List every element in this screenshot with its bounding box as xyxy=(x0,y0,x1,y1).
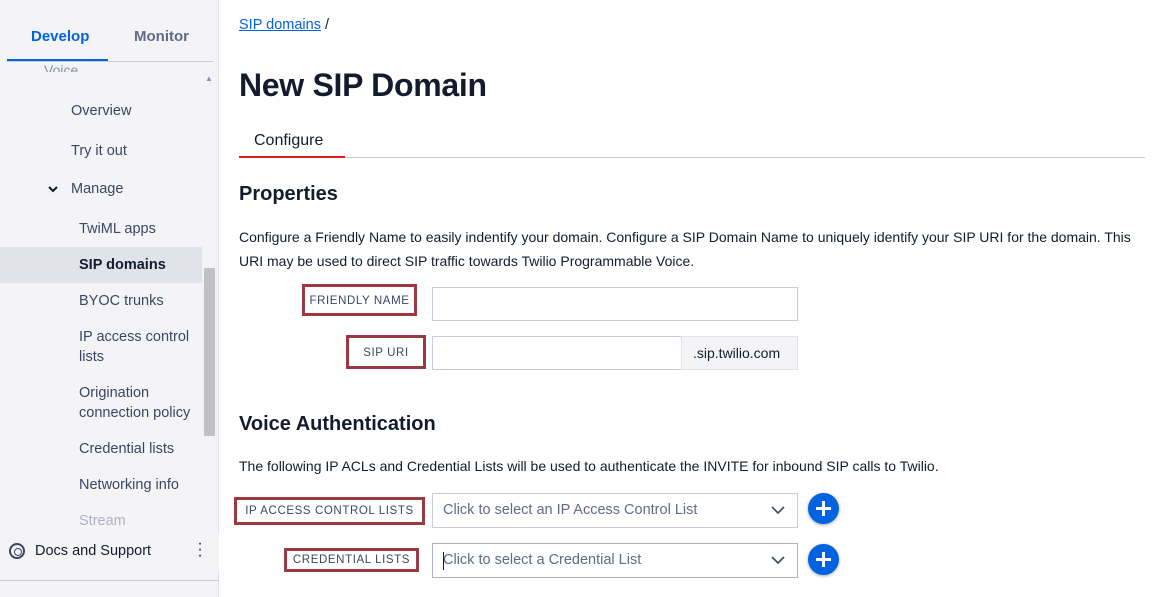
docs-and-support-label: Docs and Support xyxy=(35,543,152,559)
sidebar-scrollbar[interactable] xyxy=(204,268,215,436)
sip-uri-suffix: .sip.twilio.com xyxy=(681,336,798,370)
sidebar-item-overview[interactable]: Overview xyxy=(71,101,131,121)
chevron-down-icon xyxy=(48,180,62,200)
friendly-name-label: FRIENDLY NAME xyxy=(302,284,417,316)
sidebar-item-sip-domains[interactable]: SIP domains xyxy=(79,255,166,275)
content-tabs-divider xyxy=(239,157,1145,158)
tab-configure[interactable]: Configure xyxy=(254,132,323,150)
sidebar-item-label: Manage xyxy=(71,181,124,197)
ip-access-control-lists-label: IP ACCESS CONTROL LISTS xyxy=(234,497,425,525)
sidebar-item-networking-info[interactable]: Networking info xyxy=(79,475,179,495)
sidebar-tabs: Develop Monitor xyxy=(0,0,219,62)
page-title: New SIP Domain xyxy=(239,67,487,103)
chevron-down-icon xyxy=(771,506,785,515)
lifebuoy-icon xyxy=(9,543,25,559)
properties-description: Configure a Friendly Name to easily inde… xyxy=(239,229,1131,269)
sidebar-item-try-it-out[interactable]: Try it out xyxy=(71,141,127,161)
breadcrumb: SIP domains / xyxy=(239,17,329,33)
sip-uri-label: SIP URI xyxy=(346,335,426,369)
credential-lists-label: CREDENTIAL LISTS xyxy=(284,548,419,572)
chevron-down-icon xyxy=(771,556,785,565)
credential-list-select-placeholder: Click to select a Credential List xyxy=(443,552,642,568)
tab-develop[interactable]: Develop xyxy=(31,28,89,45)
sidebar-item-ip-access-control-lists[interactable]: IP access control lists xyxy=(79,327,204,367)
voice-authentication-description: The following IP ACLs and Credential Lis… xyxy=(239,458,939,474)
properties-heading: Properties xyxy=(239,183,338,205)
docs-and-support[interactable]: Docs and Support · · · xyxy=(0,534,219,570)
sidebar-item-manage[interactable]: Manage xyxy=(48,179,123,200)
active-content-tab-indicator xyxy=(239,156,345,158)
breadcrumb-separator: / xyxy=(324,17,329,33)
tab-monitor[interactable]: Monitor xyxy=(134,28,189,45)
credential-list-select[interactable]: Click to select a Credential List xyxy=(432,543,798,578)
breadcrumb-link-sip-domains[interactable]: SIP domains xyxy=(239,17,321,33)
ip-acl-select-placeholder: Click to select an IP Access Control Lis… xyxy=(443,502,698,518)
add-credential-list-button[interactable] xyxy=(808,544,839,575)
kebab-vertical-icon[interactable]: · · · xyxy=(196,536,204,564)
text-caret xyxy=(443,552,444,570)
sidebar-bottom-divider xyxy=(0,580,219,581)
sidebar-item-credential-lists[interactable]: Credential lists xyxy=(79,439,174,459)
sidebar-item-origination-connection-policy[interactable]: Origination connection policy xyxy=(79,383,204,423)
ip-access-control-list-select[interactable]: Click to select an IP Access Control Lis… xyxy=(432,493,798,528)
sip-uri-input[interactable] xyxy=(432,336,682,370)
voice-authentication-heading: Voice Authentication xyxy=(239,413,436,435)
sidebar-item-stream[interactable]: Stream xyxy=(79,511,126,531)
add-ip-access-control-list-button[interactable] xyxy=(808,493,839,524)
sidebar-item-twiml-apps[interactable]: TwiML apps xyxy=(79,219,156,239)
friendly-name-input[interactable] xyxy=(432,287,798,321)
sidebar-item-byoc-trunks[interactable]: BYOC trunks xyxy=(79,291,164,311)
scroll-up-arrow-icon[interactable]: ▲ xyxy=(205,74,213,83)
sidebar: Develop Monitor Voice ▲ Overview Try it … xyxy=(0,0,219,597)
sidebar-item-voice[interactable]: Voice xyxy=(44,62,144,72)
